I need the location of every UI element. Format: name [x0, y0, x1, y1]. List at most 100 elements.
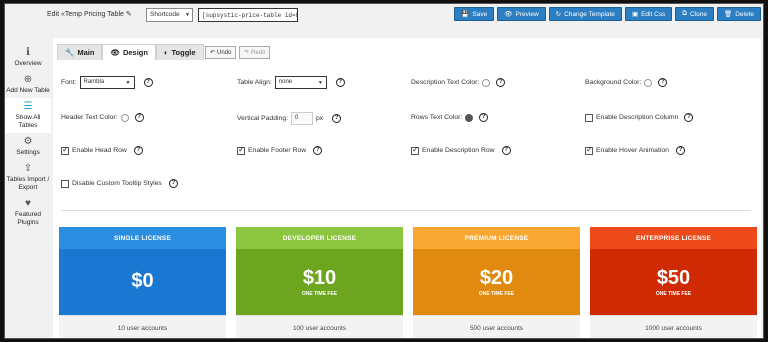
redo-button[interactable]: ↷ Redo [239, 46, 271, 59]
sidebar-item-featured-plugins[interactable]: ♥ Featured Plugins [5, 195, 51, 230]
disable-tooltip-styles-label: Disable Custom Tooltip Styles [72, 180, 162, 187]
help-icon[interactable]: ? [332, 114, 342, 123]
description-text-color-label: Description Text Color: [411, 79, 480, 86]
edit-css-button[interactable]: ▣ Edit Css [624, 7, 673, 21]
plus-circle-icon: ⊕ [23, 74, 33, 85]
enable-footer-row-setting: Enable Footer Row ? [237, 145, 323, 155]
column-feature-row: 100 user accounts [236, 315, 403, 338]
table-align-setting: Table Align: none ▼ ? [237, 76, 345, 89]
undo-icon: ↶ [210, 50, 216, 56]
undo-button[interactable]: ↶ Undo [205, 46, 237, 59]
help-icon[interactable]: ? [335, 78, 345, 87]
help-icon[interactable]: ? [675, 146, 685, 155]
undo-label: Undo [217, 49, 232, 56]
pricing-column-enterprise[interactable]: ENTERPRISE LICENSE $50 ONE TIME FEE 1000… [590, 227, 757, 338]
column-header: SINGLE LICENSE [59, 227, 226, 249]
delete-button[interactable]: 🗑 Delete [716, 7, 761, 21]
background-color-setting: Background Color: ? [585, 78, 668, 87]
color-swatch[interactable] [482, 78, 491, 87]
save-button[interactable]: 💾 Save [454, 7, 495, 21]
column-price-note: ONE TIME FEE [301, 291, 338, 297]
enable-head-row-setting: Enable Head Row ? [61, 145, 143, 155]
redo-label: Redo [251, 49, 266, 56]
sidebar-item-show-all-tables[interactable]: ☰ Show All Tables [5, 98, 51, 133]
help-icon[interactable]: ? [684, 113, 694, 122]
column-feature-row: 1000 user accounts [590, 315, 757, 338]
tab-main[interactable]: 🔧 Main [57, 44, 103, 60]
preview-button[interactable]: 👁 Preview [497, 7, 546, 21]
help-icon[interactable]: ? [496, 78, 506, 87]
column-feature-row: 500 user accounts [413, 315, 580, 338]
column-price-block: $0 [59, 249, 226, 315]
background-color-label: Background Color: [585, 79, 642, 86]
column-price: $0 [131, 270, 154, 292]
tab-design[interactable]: 👁 Design [102, 44, 156, 60]
sidebar: i Overview ⊕ Add New Table ☰ Show All Ta… [5, 44, 51, 230]
sidebar-item-import-export[interactable]: ⇪ Tables Import / Export [5, 160, 51, 195]
clone-button[interactable]: ⧉ Clone [675, 7, 714, 21]
column-price: $10 [302, 267, 337, 289]
change-template-button[interactable]: ↻ Change Template [548, 7, 622, 21]
table-align-select[interactable]: none ▼ [274, 76, 327, 89]
editor-panel: 🔧 Main 👁 Design ◐ Toggle ↶ Undo ↷ Redo F… [53, 38, 761, 338]
sidebar-item-overview[interactable]: i Overview [5, 44, 51, 71]
chevron-down-icon: ▼ [317, 80, 323, 86]
info-icon: i [26, 47, 30, 58]
pricing-column-premium[interactable]: PREMIUM LICENSE $20 ONE TIME FEE 500 use… [413, 227, 580, 338]
enable-footer-row-checkbox[interactable] [237, 145, 245, 155]
toggle-icon: ◐ [163, 48, 169, 57]
pricing-column-single[interactable]: SINGLE LICENSE $0 10 user accounts [59, 227, 226, 338]
help-icon[interactable]: ? [134, 113, 144, 122]
upload-icon: ⇪ [23, 163, 33, 174]
sidebar-item-label: Show All Tables [15, 114, 41, 129]
help-icon[interactable]: ? [143, 78, 153, 87]
enable-head-row-label: Enable Head Row [72, 147, 127, 154]
enable-description-row-label: Enable Description Row [422, 147, 495, 154]
pricing-column-developer[interactable]: DEVELOPER LICENSE $10 ONE TIME FEE 100 u… [236, 227, 403, 338]
sidebar-item-add-new-table[interactable]: ⊕ Add New Table [5, 71, 51, 98]
list-icon: ☰ [23, 101, 33, 112]
column-price-block: $10 ONE TIME FEE [236, 249, 403, 315]
font-setting: Font: Rambla ▼ ? [61, 76, 153, 89]
font-select[interactable]: Rambla ▼ [79, 76, 135, 89]
color-swatch[interactable] [644, 78, 653, 87]
gear-icon: ⚙ [23, 136, 33, 147]
enable-description-column-checkbox[interactable] [585, 113, 593, 122]
shortcode-select[interactable]: Shortcode ▼ [146, 8, 193, 22]
color-swatch[interactable] [465, 113, 474, 122]
sidebar-item-label: Settings [16, 149, 40, 156]
enable-hover-animation-checkbox[interactable] [585, 145, 593, 155]
vertical-padding-label: Vertical Padding: [237, 115, 289, 122]
shortcode-field[interactable]: [supsystic-price-table id=8] [198, 8, 298, 22]
disable-tooltip-styles-checkbox[interactable] [61, 179, 69, 188]
delete-label: Delete [735, 10, 754, 18]
enable-footer-row-label: Enable Footer Row [248, 147, 307, 154]
enable-description-row-checkbox[interactable] [411, 145, 419, 155]
help-icon[interactable]: ? [133, 146, 143, 155]
wrench-icon: 🔧 [65, 48, 75, 57]
enable-hover-animation-label: Enable Hover Animation [596, 147, 669, 154]
help-icon[interactable]: ? [168, 179, 178, 188]
help-icon[interactable]: ? [658, 78, 668, 87]
sidebar-item-settings[interactable]: ⚙ Settings [5, 133, 51, 160]
help-icon[interactable]: ? [313, 146, 323, 155]
settings-tabs: 🔧 Main 👁 Design ◐ Toggle [57, 44, 204, 60]
heart-icon: ♥ [25, 198, 31, 209]
eye-icon: 👁 [110, 48, 120, 57]
enable-head-row-checkbox[interactable] [61, 145, 69, 155]
help-icon[interactable]: ? [501, 146, 511, 155]
help-icon[interactable]: ? [479, 113, 489, 122]
column-header: DEVELOPER LICENSE [236, 227, 403, 249]
tab-toggle[interactable]: ◐ Toggle [155, 44, 204, 60]
tab-label: Main [77, 48, 95, 57]
pencil-icon[interactable]: ✎ [126, 11, 132, 18]
vertical-padding-input[interactable]: 0 [291, 112, 314, 125]
chevron-down-icon: ▼ [185, 12, 190, 18]
color-swatch[interactable] [120, 113, 129, 122]
pricing-table-preview: SINGLE LICENSE $0 10 user accounts DEVEL… [59, 227, 759, 338]
top-toolbar: Edit «Temp Pricing Table ✎ Shortcode ▼ [… [5, 4, 763, 24]
action-buttons: 💾 Save 👁 Preview ↻ Change Template ▣ Edi… [454, 7, 761, 21]
clone-icon: ⧉ [682, 10, 687, 17]
tab-label: Toggle [171, 48, 196, 57]
column-header: ENTERPRISE LICENSE [590, 227, 757, 249]
